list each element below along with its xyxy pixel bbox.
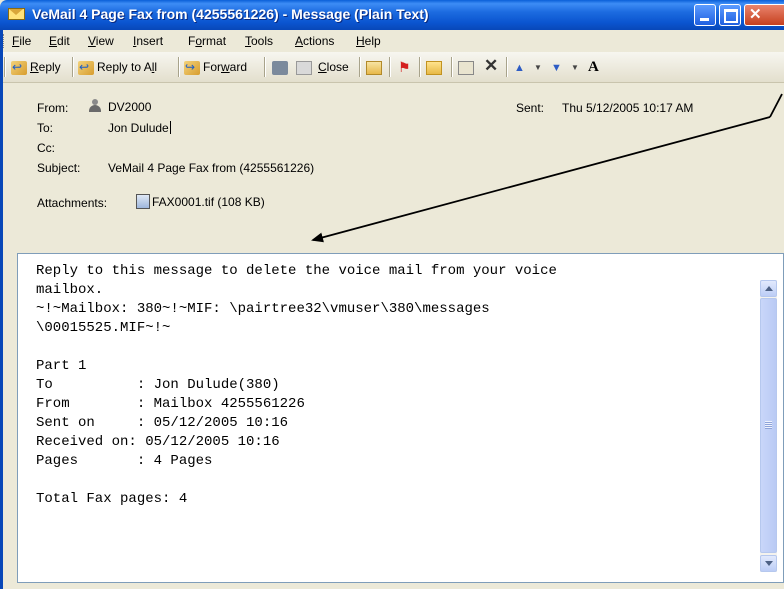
print-button[interactable] [272, 58, 291, 76]
rules-button[interactable] [458, 58, 477, 76]
menu-bar: File Edit View Insert Format Tools Actio… [0, 30, 784, 52]
delete-button[interactable] [484, 57, 503, 76]
from-label: From: [37, 101, 69, 115]
toolbar-separator [264, 57, 266, 77]
menu-view[interactable]: View [88, 34, 114, 48]
menu-actions[interactable]: Actions [295, 34, 334, 48]
reply-all-icon [78, 58, 94, 76]
minimize-button[interactable] [694, 4, 716, 26]
forward-button[interactable]: Forward [184, 58, 247, 76]
delete-icon [484, 57, 500, 75]
mail-icon [366, 60, 382, 75]
toolbar-separator [389, 57, 391, 77]
move-to-folder-button[interactable] [426, 58, 445, 76]
close-window-button[interactable] [744, 4, 784, 26]
mail-button[interactable] [366, 58, 385, 76]
window-title: VeMail 4 Page Fax from (4255561226) - Me… [32, 6, 429, 22]
next-item-button[interactable]: ▼ [550, 58, 579, 77]
dropdown-arrow-icon[interactable]: ▼ [534, 63, 542, 72]
sent-value: Thu 5/12/2005 10:17 AM [562, 101, 694, 115]
body-line [36, 338, 557, 357]
message-header: From: DV2000 Sent: Thu 5/12/2005 10:17 A… [0, 83, 784, 251]
follow-up-flag-button[interactable] [396, 58, 415, 76]
vertical-scrollbar[interactable] [760, 280, 777, 572]
body-line: From : Mailbox 4255561226 [36, 396, 305, 412]
standard-toolbar: Reply Reply to All Forward Close ▼ ▼ A [0, 52, 784, 83]
message-window: VeMail 4 Page Fax from (4255561226) - Me… [0, 0, 784, 589]
toolbar-separator [72, 57, 74, 77]
body-line: Received on: 05/12/2005 10:16 [36, 434, 280, 450]
message-body[interactable]: Reply to this message to delete the voic… [17, 253, 784, 583]
body-line: Part 1 [36, 358, 87, 374]
scroll-down-button[interactable] [760, 555, 777, 572]
body-line: To : Jon Dulude(380) [36, 377, 280, 393]
menu-help[interactable]: Help [356, 34, 381, 48]
body-line: Total Fax pages: 4 [36, 491, 188, 507]
menu-tools[interactable]: Tools [245, 34, 273, 48]
body-line: ~!~Mailbox: 380~!~MIF: \pairtree32\vmuse… [36, 301, 490, 317]
body-line: Sent on : 05/12/2005 10:16 [36, 415, 289, 431]
window-left-border [0, 30, 3, 589]
copy-icon [296, 60, 312, 75]
image-file-icon [136, 194, 150, 209]
sent-label: Sent: [516, 101, 545, 115]
subject-value: VeMail 4 Page Fax from (4255561226) [108, 161, 315, 175]
to-value[interactable]: Jon Dulude [108, 121, 171, 135]
cc-label: Cc: [37, 141, 55, 155]
title-bar[interactable]: VeMail 4 Page Fax from (4255561226) - Me… [0, 0, 784, 30]
copy-button[interactable] [296, 58, 315, 76]
toolbar-separator [359, 57, 361, 77]
maximize-button[interactable] [719, 4, 741, 26]
reply-button[interactable]: Reply [11, 58, 61, 76]
attachment-file[interactable]: FAX0001.tif (108 KB) [136, 194, 265, 209]
down-arrow-icon [550, 59, 566, 77]
printer-icon [272, 60, 288, 75]
menu-file[interactable]: File [12, 34, 31, 48]
folder-icon [426, 60, 442, 75]
up-arrow-icon [513, 59, 529, 77]
font-size-button[interactable]: A [588, 58, 599, 76]
subject-label: Subject: [37, 161, 81, 175]
message-body-text: Reply to this message to delete the voic… [36, 262, 557, 509]
flag-icon [396, 58, 412, 76]
toolbar-grip[interactable] [4, 57, 6, 77]
menu-edit[interactable]: Edit [49, 34, 70, 48]
to-label: To: [37, 121, 54, 135]
body-line: Reply to this message to delete the voic… [36, 263, 557, 279]
forward-icon [184, 58, 200, 76]
menu-insert[interactable]: Insert [133, 34, 163, 48]
toolbar-separator [419, 57, 421, 77]
body-line: Pages : 4 Pages [36, 453, 213, 469]
menu-format[interactable]: Format [188, 34, 226, 48]
rules-icon [458, 60, 474, 75]
toolbar-separator [506, 57, 508, 77]
text-cursor [169, 121, 171, 134]
envelope-icon[interactable] [8, 8, 25, 20]
dropdown-arrow-icon[interactable]: ▼ [571, 63, 579, 72]
toolbar-separator [178, 57, 180, 77]
from-value[interactable]: DV2000 [88, 99, 151, 114]
toolbar-separator [451, 57, 453, 77]
close-button[interactable]: Close [318, 58, 349, 76]
contact-icon [88, 99, 102, 112]
scrollbar-thumb[interactable] [760, 298, 777, 553]
previous-item-button[interactable]: ▼ [513, 58, 542, 77]
body-line [36, 471, 557, 490]
reply-all-button[interactable]: Reply to All [78, 58, 157, 76]
attachments-label: Attachments: [37, 196, 108, 210]
reply-icon [11, 58, 27, 76]
menu-grip[interactable] [3, 34, 6, 48]
scroll-up-button[interactable] [760, 280, 777, 297]
body-line: \00015525.MIF~!~ [36, 320, 171, 336]
body-line: mailbox. [36, 282, 104, 298]
